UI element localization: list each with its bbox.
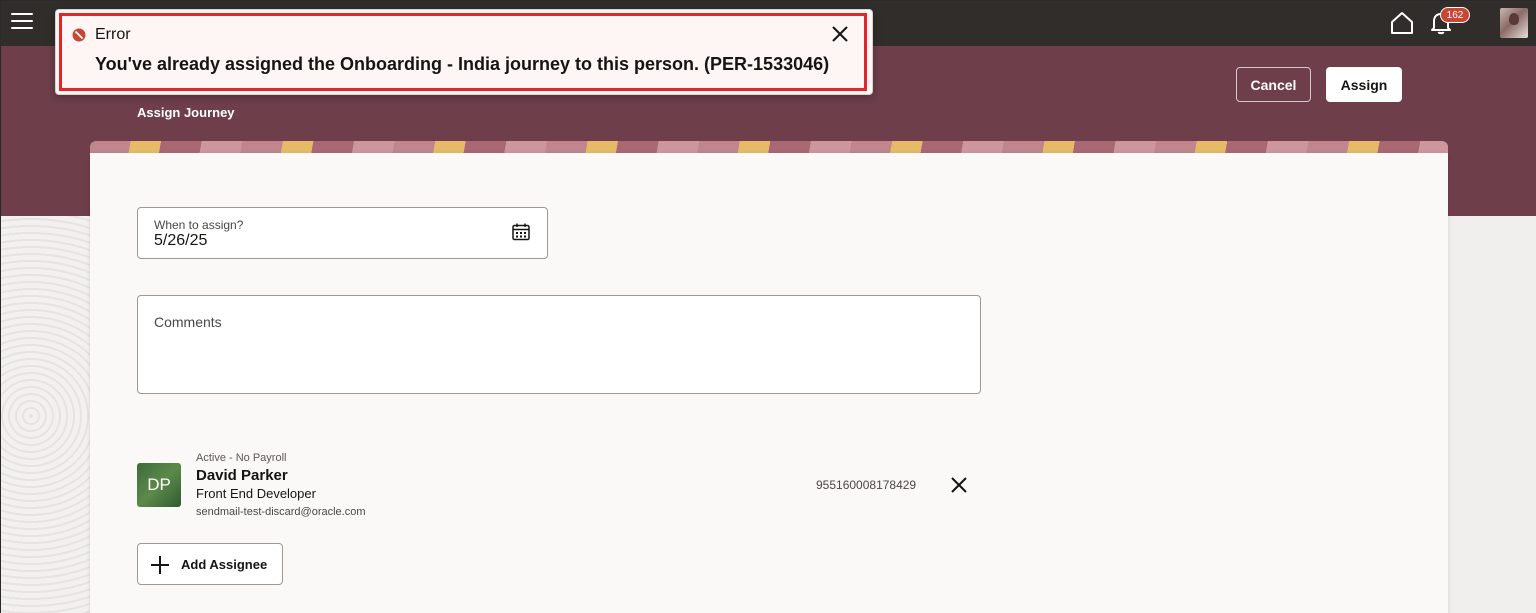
notification-count-badge[interactable]: 162 (1440, 7, 1470, 23)
page-subtitle: Assign Journey (137, 105, 235, 120)
remove-assignee-close-icon[interactable] (949, 475, 969, 495)
cancel-button[interactable]: Cancel (1236, 67, 1311, 102)
error-toast-title: Error (95, 26, 131, 43)
hamburger-menu-icon[interactable] (11, 13, 33, 31)
comments-textarea[interactable]: Comments (137, 295, 981, 394)
assignee-job-title: Front End Developer (196, 486, 316, 501)
background-texture-left (1, 216, 90, 613)
error-icon (72, 28, 86, 42)
assignee-status: Active - No Payroll (196, 452, 287, 464)
when-to-assign-field[interactable]: When to assign? 5/26/25 (137, 207, 548, 259)
assign-button[interactable]: Assign (1326, 67, 1402, 102)
add-assignee-label: Add Assignee (181, 557, 268, 572)
error-highlight-frame (59, 13, 867, 91)
assignee-email: sendmail-test-discard@oracle.com (196, 506, 366, 518)
home-icon[interactable] (1389, 10, 1415, 36)
calendar-icon[interactable] (511, 222, 531, 242)
close-toast-icon[interactable] (830, 24, 850, 44)
error-toast-message: You've already assigned the Onboarding -… (95, 54, 830, 74)
plus-icon (151, 556, 169, 574)
assignee-person-number: 955160008178429 (816, 478, 917, 492)
add-assignee-button[interactable]: Add Assignee (137, 543, 283, 585)
error-toast: Error You've already assigned the Onboar… (55, 9, 873, 95)
background-texture-right (1448, 216, 1536, 613)
user-avatar[interactable] (1500, 8, 1528, 38)
assignee-avatar: DP (137, 463, 181, 507)
when-to-assign-label: When to assign? (154, 218, 244, 232)
assignee-name: David Parker (196, 467, 288, 484)
when-to-assign-value[interactable]: 5/26/25 (154, 232, 207, 250)
comments-label: Comments (154, 314, 222, 330)
